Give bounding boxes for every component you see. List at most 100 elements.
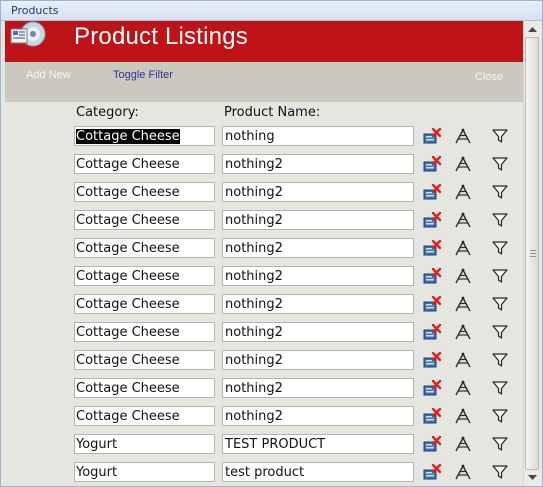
category-field[interactable]: Cottage Cheese xyxy=(74,406,215,426)
edit-record-icon[interactable] xyxy=(453,238,473,258)
category-field[interactable]: Yogurt xyxy=(74,434,215,454)
vertical-scrollbar[interactable] xyxy=(523,21,541,486)
filter-icon[interactable] xyxy=(490,182,510,202)
category-value: Yogurt xyxy=(76,465,118,480)
category-field[interactable]: Cottage Cheese xyxy=(74,182,215,202)
category-field[interactable]: Cottage Cheese xyxy=(74,378,215,398)
product-name-field[interactable]: TEST PRODUCT xyxy=(222,434,414,454)
edit-record-icon[interactable] xyxy=(453,350,473,370)
delete-record-icon[interactable] xyxy=(422,126,442,146)
product-name-field[interactable]: nothing2 xyxy=(222,238,414,258)
category-field[interactable]: Cottage Cheese xyxy=(74,154,215,174)
delete-record-icon[interactable] xyxy=(422,266,442,286)
category-value: Cottage Cheese xyxy=(76,157,180,172)
edit-record-icon[interactable] xyxy=(453,182,473,202)
products-window: Products Product Listings Add New Toggle… xyxy=(0,0,543,487)
filter-icon[interactable] xyxy=(490,350,510,370)
product-name-field[interactable]: nothing2 xyxy=(222,266,414,286)
product-name-value: nothing2 xyxy=(225,241,283,256)
scrollbar-thumb[interactable] xyxy=(525,37,539,470)
product-name-field[interactable]: nothing2 xyxy=(222,322,414,342)
product-name-field[interactable]: nothing2 xyxy=(222,154,414,174)
delete-record-icon[interactable] xyxy=(422,210,442,230)
category-field[interactable]: Cottage Cheese xyxy=(74,126,215,146)
filter-icon[interactable] xyxy=(490,238,510,258)
category-value: Cottage Cheese xyxy=(76,325,180,340)
filter-icon[interactable] xyxy=(490,154,510,174)
category-field[interactable]: Cottage Cheese xyxy=(74,266,215,286)
product-name-value: TEST PRODUCT xyxy=(225,437,326,452)
product-name-field[interactable]: nothing2 xyxy=(222,378,414,398)
delete-record-icon[interactable] xyxy=(422,322,442,342)
grip-line xyxy=(530,253,536,254)
delete-record-icon[interactable] xyxy=(422,182,442,202)
filter-icon[interactable] xyxy=(490,294,510,314)
category-field[interactable]: Cottage Cheese xyxy=(74,322,215,342)
filter-icon[interactable] xyxy=(490,210,510,230)
delete-record-icon[interactable] xyxy=(422,350,442,370)
product-name-value: nothing2 xyxy=(225,269,283,284)
category-value: Cottage Cheese xyxy=(76,353,180,368)
delete-record-icon[interactable] xyxy=(422,462,442,482)
edit-record-icon[interactable] xyxy=(453,210,473,230)
category-value: Cottage Cheese xyxy=(76,241,180,256)
edit-record-icon[interactable] xyxy=(453,462,473,482)
edit-record-icon[interactable] xyxy=(453,294,473,314)
filter-icon[interactable] xyxy=(490,378,510,398)
edit-record-icon[interactable] xyxy=(453,154,473,174)
table-row: Cottage Cheese nothing2 xyxy=(5,154,523,176)
filter-icon[interactable] xyxy=(490,266,510,286)
product-name-value: nothing2 xyxy=(225,381,283,396)
filter-icon[interactable] xyxy=(490,126,510,146)
add-new-button[interactable]: Add New xyxy=(26,69,71,81)
delete-record-icon[interactable] xyxy=(422,406,442,426)
category-column-header: Category: xyxy=(76,105,139,120)
edit-record-icon[interactable] xyxy=(453,378,473,398)
product-name-field[interactable]: nothing2 xyxy=(222,210,414,230)
table-row: Yogurt test product xyxy=(5,462,523,484)
category-value: Cottage Cheese xyxy=(76,409,180,424)
table-row: Cottage Cheese nothing2 xyxy=(5,294,523,316)
product-name-field[interactable]: nothing xyxy=(222,126,414,146)
product-list: Category: Product Name: Cottage Cheese n… xyxy=(5,102,523,486)
delete-record-icon[interactable] xyxy=(422,434,442,454)
edit-record-icon[interactable] xyxy=(453,434,473,454)
category-value: Cottage Cheese xyxy=(76,129,180,144)
delete-record-icon[interactable] xyxy=(422,154,442,174)
product-name-field[interactable]: nothing2 xyxy=(222,406,414,426)
edit-record-icon[interactable] xyxy=(453,322,473,342)
product-name-field[interactable]: test product xyxy=(222,462,414,482)
table-row: Yogurt TEST PRODUCT xyxy=(5,434,523,456)
edit-record-icon[interactable] xyxy=(453,266,473,286)
category-field[interactable]: Yogurt xyxy=(74,462,215,482)
table-row: Cottage Cheese nothing2 xyxy=(5,238,523,260)
category-field[interactable]: Cottage Cheese xyxy=(74,210,215,230)
product-name-value: test product xyxy=(225,465,305,480)
delete-record-icon[interactable] xyxy=(422,294,442,314)
edit-record-icon[interactable] xyxy=(453,126,473,146)
filter-icon[interactable] xyxy=(490,434,510,454)
category-value: Cottage Cheese xyxy=(76,297,180,312)
category-field[interactable]: Cottage Cheese xyxy=(74,294,215,314)
filter-icon[interactable] xyxy=(490,322,510,342)
table-row: Cottage Cheese nothing2 xyxy=(5,378,523,400)
category-field[interactable]: Cottage Cheese xyxy=(74,238,215,258)
scroll-down-arrow-icon[interactable] xyxy=(524,470,541,486)
product-name-field[interactable]: nothing2 xyxy=(222,294,414,314)
edit-record-icon[interactable] xyxy=(453,406,473,426)
category-value: Cottage Cheese xyxy=(76,185,180,200)
filter-icon[interactable] xyxy=(490,462,510,482)
close-button[interactable]: Close xyxy=(475,71,503,83)
scroll-up-arrow-icon[interactable] xyxy=(524,21,541,37)
grip-line xyxy=(530,250,536,251)
product-name-field[interactable]: nothing2 xyxy=(222,182,414,202)
product-name-column-header: Product Name: xyxy=(224,105,321,120)
delete-record-icon[interactable] xyxy=(422,378,442,398)
category-field[interactable]: Cottage Cheese xyxy=(74,350,215,370)
document-tab-products[interactable]: Products xyxy=(11,4,59,17)
filter-icon[interactable] xyxy=(490,406,510,426)
delete-record-icon[interactable] xyxy=(422,238,442,258)
product-name-value: nothing2 xyxy=(225,157,283,172)
product-name-field[interactable]: nothing2 xyxy=(222,350,414,370)
toggle-filter-button[interactable]: Toggle Filter xyxy=(113,69,173,81)
